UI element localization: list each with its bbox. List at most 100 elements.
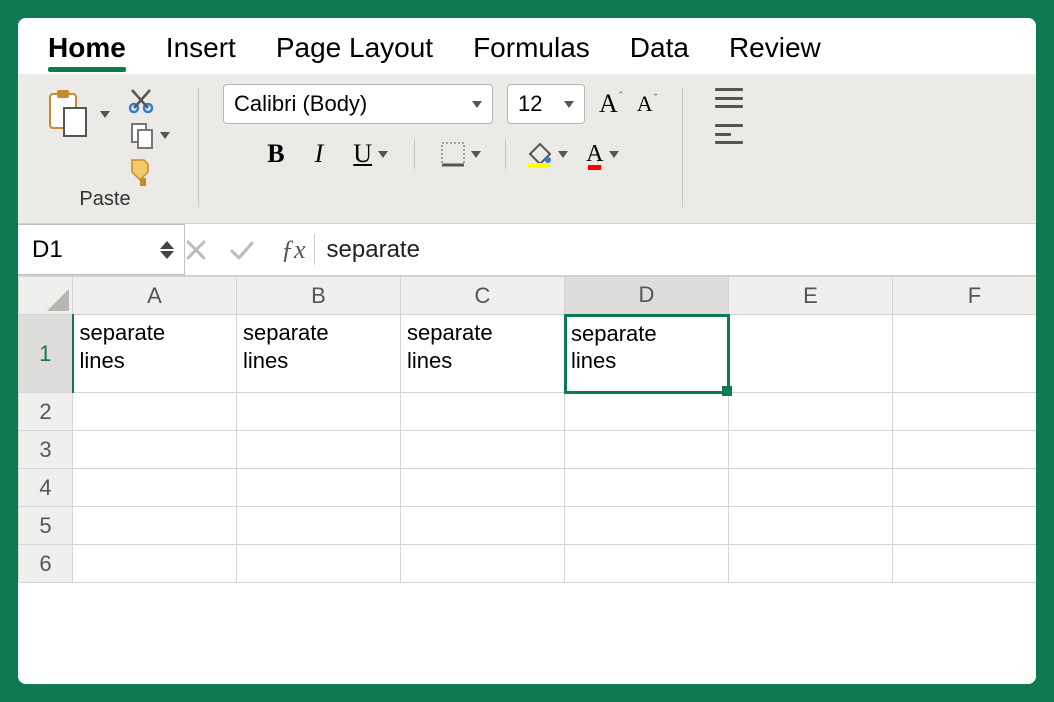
format-painter-button[interactable] [122, 152, 174, 190]
font-color-button[interactable]: A [586, 141, 619, 168]
paste-label: Paste [79, 188, 130, 211]
col-header-A[interactable]: A [73, 277, 237, 315]
cell-C6[interactable] [401, 545, 565, 583]
clipboard-icon [40, 86, 96, 142]
name-box-value: D1 [32, 236, 63, 264]
cell-F5[interactable] [893, 507, 1037, 545]
formula-bar: D1 ƒx separate [18, 224, 1036, 276]
cell-C2[interactable] [401, 393, 565, 431]
cut-button[interactable] [122, 84, 174, 118]
cell-C1[interactable]: separate lines [401, 315, 565, 393]
cell-F2[interactable] [893, 393, 1037, 431]
cell-A6[interactable] [73, 545, 237, 583]
cell-F1[interactable] [893, 315, 1037, 393]
alignment-group [707, 84, 751, 211]
cell-E6[interactable] [729, 545, 893, 583]
row-header-5[interactable]: 5 [19, 507, 73, 545]
row-4: 4 [19, 469, 1037, 507]
excel-window: Home Insert Page Layout Formulas Data Re… [18, 18, 1036, 684]
formula-input[interactable]: separate [315, 236, 1036, 264]
col-header-B[interactable]: B [237, 277, 401, 315]
row-header-4[interactable]: 4 [19, 469, 73, 507]
tab-formulas[interactable]: Formulas [473, 32, 590, 70]
underline-button[interactable]: U [347, 139, 394, 169]
borders-icon [439, 140, 467, 168]
bold-button[interactable]: B [261, 139, 290, 169]
ribbon: Paste Calibri (Body) 12 Aˆ Aˇ B I U [18, 74, 1036, 224]
italic-button[interactable]: I [309, 139, 330, 169]
cell-A5[interactable] [73, 507, 237, 545]
paste-button[interactable] [36, 84, 114, 144]
row-header-6[interactable]: 6 [19, 545, 73, 583]
cell-B6[interactable] [237, 545, 401, 583]
cell-C5[interactable] [401, 507, 565, 545]
tab-page-layout[interactable]: Page Layout [276, 32, 433, 70]
cell-E3[interactable] [729, 431, 893, 469]
col-header-E[interactable]: E [729, 277, 893, 315]
row-2: 2 [19, 393, 1037, 431]
cell-E2[interactable] [729, 393, 893, 431]
font-size-value: 12 [518, 91, 542, 117]
cell-A4[interactable] [73, 469, 237, 507]
scissors-icon [126, 86, 156, 116]
enter-formula-button[interactable] [229, 239, 273, 261]
fill-color-button[interactable] [526, 142, 568, 166]
col-header-C[interactable]: C [401, 277, 565, 315]
row-header-3[interactable]: 3 [19, 431, 73, 469]
copy-icon [126, 120, 156, 150]
font-group: Calibri (Body) 12 Aˆ Aˇ B I U [223, 84, 658, 211]
cell-D3[interactable] [565, 431, 729, 469]
cell-F3[interactable] [893, 431, 1037, 469]
font-size-select[interactable]: 12 [507, 84, 585, 124]
cell-A2[interactable] [73, 393, 237, 431]
row-6: 6 [19, 545, 1037, 583]
clipboard-group: Paste [36, 84, 174, 211]
name-box-stepper[interactable] [160, 241, 174, 259]
decrease-font-button[interactable]: Aˇ [637, 91, 658, 117]
row-header-2[interactable]: 2 [19, 393, 73, 431]
tab-review[interactable]: Review [729, 32, 821, 70]
cell-E5[interactable] [729, 507, 893, 545]
cell-B2[interactable] [237, 393, 401, 431]
align-left-button[interactable] [715, 124, 743, 144]
fx-label[interactable]: ƒx [273, 235, 314, 265]
font-name-select[interactable]: Calibri (Body) [223, 84, 493, 124]
cell-B4[interactable] [237, 469, 401, 507]
align-justify-button[interactable] [715, 88, 743, 108]
row-3: 3 [19, 431, 1037, 469]
row-5: 5 [19, 507, 1037, 545]
col-header-D[interactable]: D [565, 277, 729, 315]
name-box[interactable]: D1 [18, 224, 185, 275]
borders-button[interactable] [435, 138, 485, 170]
cell-B5[interactable] [237, 507, 401, 545]
cell-A3[interactable] [73, 431, 237, 469]
cell-F4[interactable] [893, 469, 1037, 507]
paintbrush-icon [126, 154, 160, 188]
increase-font-button[interactable]: Aˆ [599, 89, 623, 119]
copy-button[interactable] [122, 118, 174, 152]
row-header-1[interactable]: 1 [19, 315, 73, 393]
cell-B1[interactable]: separate lines [237, 315, 401, 393]
cell-E1[interactable] [729, 315, 893, 393]
cell-D4[interactable] [565, 469, 729, 507]
cell-A1[interactable]: separate lines [73, 315, 237, 393]
cell-C4[interactable] [401, 469, 565, 507]
cell-C3[interactable] [401, 431, 565, 469]
cell-D1[interactable]: separate lines [565, 315, 729, 393]
tab-data[interactable]: Data [630, 32, 689, 70]
cell-D2[interactable] [565, 393, 729, 431]
cell-B3[interactable] [237, 431, 401, 469]
ribbon-tabs: Home Insert Page Layout Formulas Data Re… [18, 18, 1036, 74]
check-icon [229, 239, 255, 261]
row-1: 1 separate lines separate lines separate… [19, 315, 1037, 393]
cell-D6[interactable] [565, 545, 729, 583]
select-all-corner[interactable] [19, 277, 73, 315]
tab-home[interactable]: Home [48, 32, 126, 70]
cell-E4[interactable] [729, 469, 893, 507]
tab-insert[interactable]: Insert [166, 32, 236, 70]
cell-D5[interactable] [565, 507, 729, 545]
cell-F6[interactable] [893, 545, 1037, 583]
col-header-F[interactable]: F [893, 277, 1037, 315]
cancel-formula-button[interactable] [185, 239, 229, 261]
spreadsheet-grid: A B C D E F 1 separate lines separate li… [18, 276, 1036, 684]
